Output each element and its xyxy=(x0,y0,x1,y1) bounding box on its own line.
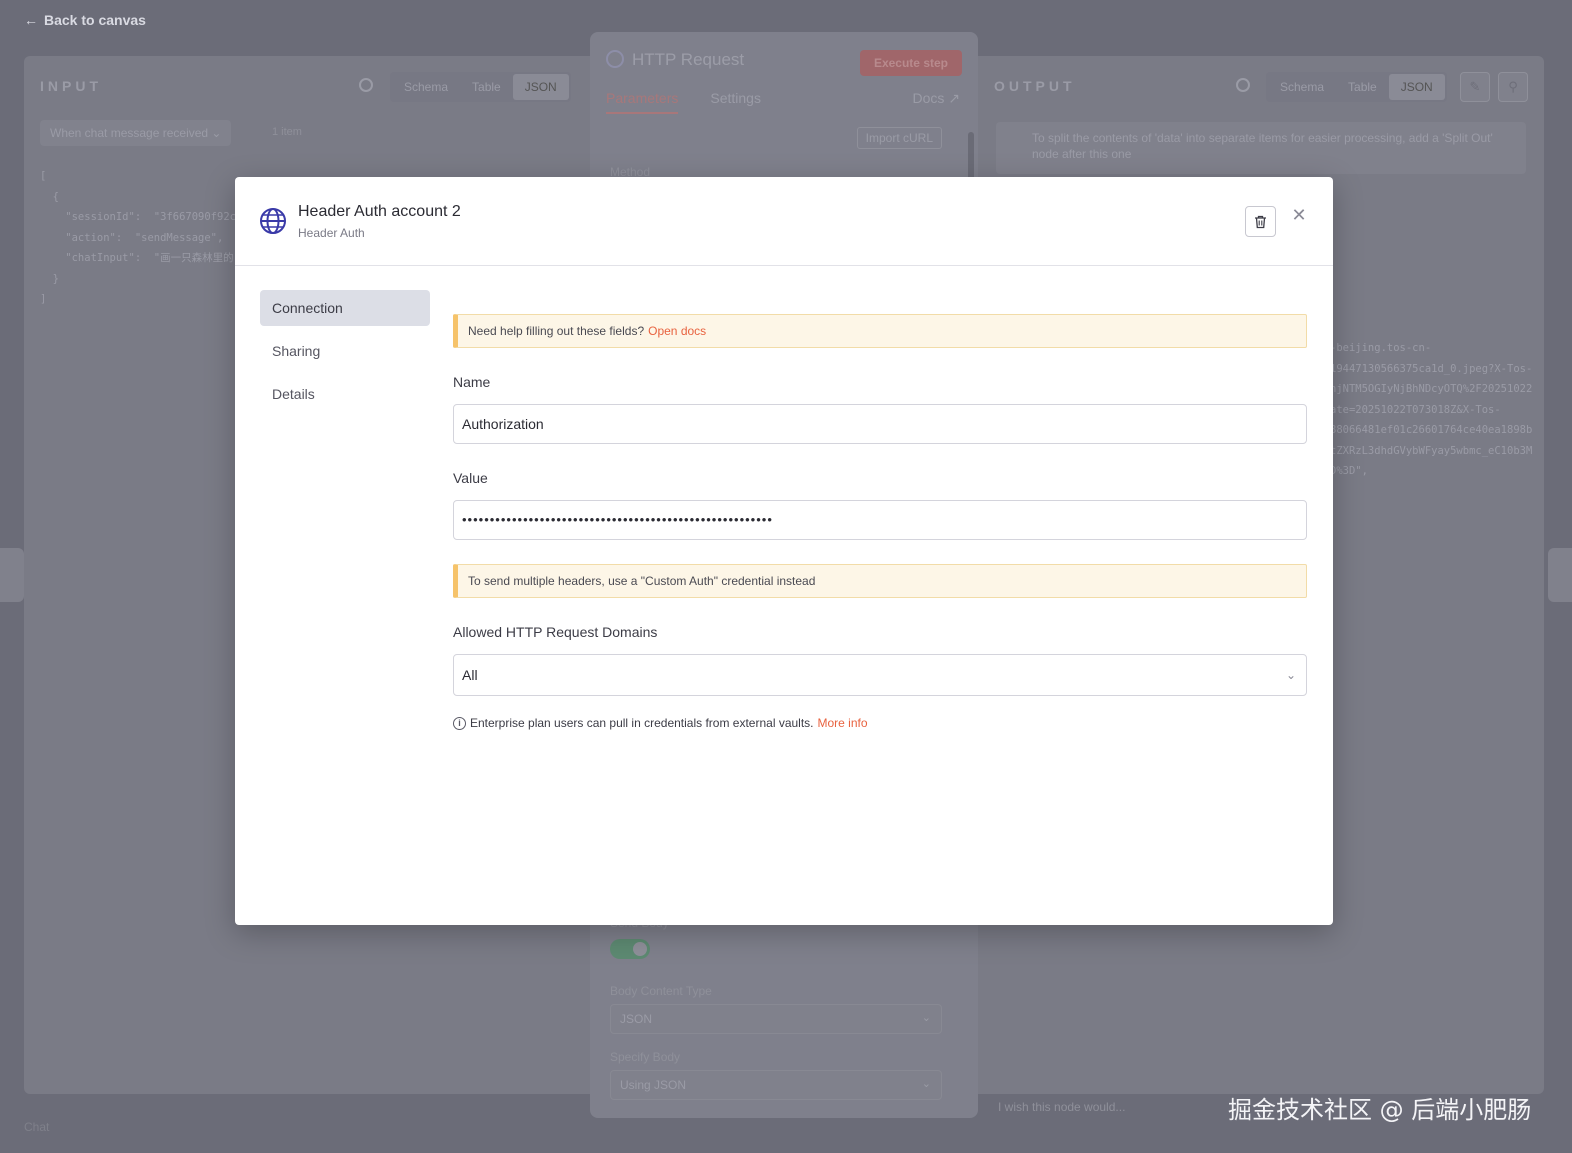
arrow-left-icon: ← xyxy=(24,12,38,28)
import-curl-button[interactable]: Import cURL xyxy=(856,127,942,149)
multi-header-notice: To send multiple headers, use a "Custom … xyxy=(453,564,1307,598)
back-to-canvas-link[interactable]: ← Back to canvas xyxy=(24,12,146,28)
help-notice: Need help filling out these fields? Open … xyxy=(453,314,1307,348)
trigger-select[interactable]: When chat message received ⌄ xyxy=(40,120,232,146)
close-icon[interactable]: ✕ xyxy=(1291,206,1307,224)
nav-item-connection[interactable]: Connection xyxy=(260,290,430,326)
left-side-tab[interactable] xyxy=(0,548,24,602)
body-content-type-label: Body Content Type xyxy=(610,984,712,998)
input-json: [ { "sessionId": "3f667090f92c "action":… xyxy=(40,170,236,305)
execute-step-button[interactable]: Execute step xyxy=(859,50,962,76)
domains-label: Allowed HTTP Request Domains xyxy=(453,624,658,640)
info-icon: i xyxy=(453,716,466,730)
output-json: -beijing.tos-cn- 19447130566375ca1d_0.jpe… xyxy=(1330,342,1533,477)
credential-modal: Header Auth account 2 Header Auth ✕ Conn… xyxy=(235,177,1333,925)
specify-body-select[interactable]: Using JSON ⌄ xyxy=(610,1070,942,1100)
tab-settings[interactable]: Settings xyxy=(710,90,761,114)
globe-icon xyxy=(606,50,624,68)
modal-side-nav: Connection Sharing Details xyxy=(260,290,430,419)
tab-schema[interactable]: Schema xyxy=(392,74,460,100)
send-body-toggle[interactable] xyxy=(610,939,650,959)
tab-schema[interactable]: Schema xyxy=(1268,74,1336,100)
pencil-icon[interactable]: ✎ xyxy=(1460,72,1490,102)
globe-icon xyxy=(260,208,286,234)
open-docs-link[interactable]: Open docs xyxy=(648,324,706,338)
modal-title[interactable]: Header Auth account 2 xyxy=(298,203,461,221)
chevron-down-icon: ⌄ xyxy=(921,1078,931,1090)
tab-json[interactable]: JSON xyxy=(1388,74,1445,100)
value-label: Value xyxy=(453,470,488,486)
watermark: 掘金技术社区 @ 后端小肥肠 xyxy=(1228,1096,1532,1124)
tab-json[interactable]: JSON xyxy=(512,74,569,100)
input-view-tabs: Schema Table JSON xyxy=(390,72,571,102)
tab-table[interactable]: Table xyxy=(460,74,513,100)
output-view-tabs: Schema Table JSON xyxy=(1266,72,1447,102)
input-panel-title: INPUT xyxy=(40,78,102,94)
node-tabs: Parameters Settings xyxy=(606,90,761,114)
node-title: HTTP Request xyxy=(606,50,744,70)
external-link-icon: ↗ xyxy=(948,90,960,106)
chat-label[interactable]: Chat xyxy=(24,1120,49,1134)
right-side-tab[interactable] xyxy=(1548,548,1572,602)
tab-parameters[interactable]: Parameters xyxy=(606,90,679,114)
domains-select[interactable]: All ⌄ xyxy=(453,654,1307,696)
modal-header: Header Auth account 2 Header Auth ✕ xyxy=(235,177,1333,266)
specify-body-label: Specify Body xyxy=(610,1050,681,1064)
output-panel-title: OUTPUT xyxy=(994,78,1076,94)
search-icon[interactable] xyxy=(1236,78,1250,92)
split-out-hint: To split the contents of 'data' into sep… xyxy=(996,122,1526,174)
name-label: Name xyxy=(453,374,491,390)
chevron-down-icon: ⌄ xyxy=(921,1012,931,1024)
nav-item-sharing[interactable]: Sharing xyxy=(260,333,430,369)
feedback-input[interactable]: I wish this node would... xyxy=(998,1100,1125,1114)
more-info-link[interactable]: More info xyxy=(818,716,868,730)
enterprise-note: i Enterprise plan users can pull in cred… xyxy=(453,716,1307,730)
search-icon[interactable] xyxy=(359,78,373,92)
pin-icon[interactable]: ⚲ xyxy=(1498,72,1528,102)
output-actions: ✎ ⚲ xyxy=(1460,72,1528,102)
name-field[interactable]: Authorization xyxy=(453,404,1307,444)
item-count: 1 item xyxy=(272,126,302,138)
delete-credential-button[interactable] xyxy=(1245,206,1276,237)
trash-icon xyxy=(1255,215,1266,228)
nav-item-details[interactable]: Details xyxy=(260,376,430,412)
modal-subtitle: Header Auth xyxy=(298,226,365,240)
tab-table[interactable]: Table xyxy=(1336,74,1389,100)
value-field[interactable]: ••••••••••••••••••••••••••••••••••••••••… xyxy=(453,500,1307,540)
chevron-down-icon: ⌄ xyxy=(1285,668,1296,682)
docs-link[interactable]: Docs ↗ xyxy=(912,90,960,107)
connection-form: Need help filling out these fields? Open … xyxy=(453,314,1307,730)
body-content-type-select[interactable]: JSON ⌄ xyxy=(610,1004,942,1034)
